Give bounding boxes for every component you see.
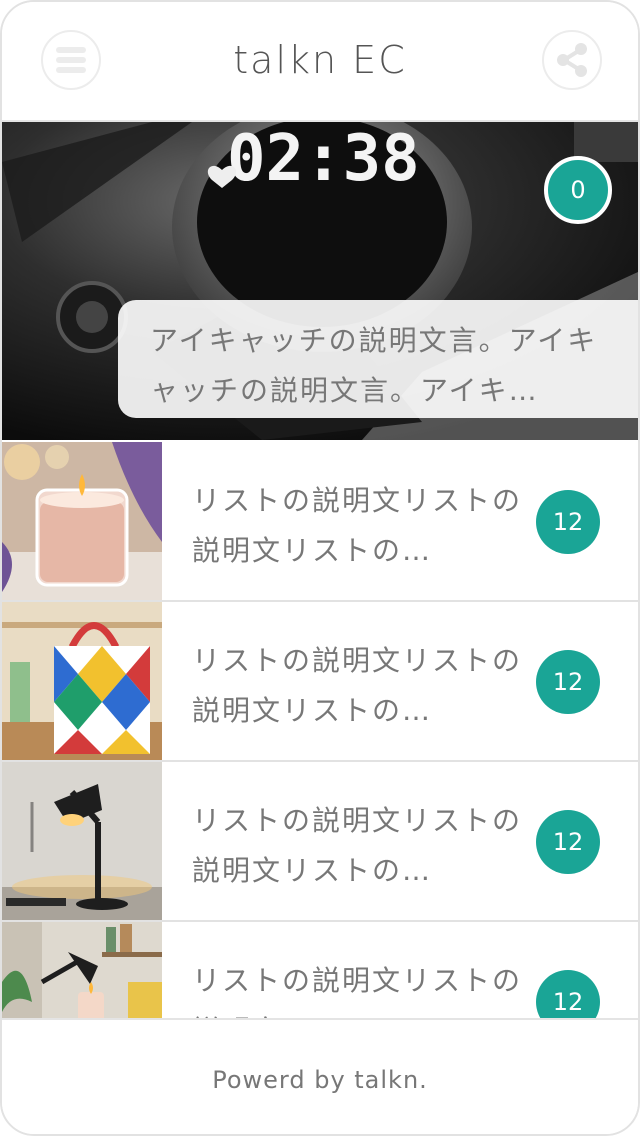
list-item-text: リストの説明文リストの説明文リストの… <box>192 804 522 887</box>
list-item-count-badge[interactable]: 12 <box>536 650 600 714</box>
article-list: リストの説明文リストの説明文リストの… 12 リストの説明文リストの説明文リスト… <box>2 442 638 1018</box>
hero-count-badge[interactable]: 0 <box>544 156 612 224</box>
list-item[interactable]: リストの説明文リストの説明文リストの… 12 <box>2 922 638 1018</box>
hero-description: アイキャッチの説明文言。アイキャッチの説明文言。アイキ… <box>118 300 638 418</box>
list-item-thumbnail <box>2 442 162 600</box>
list-item[interactable]: リストの説明文リストの説明文リストの… 12 <box>2 602 638 762</box>
list-item-count-badge[interactable]: 12 <box>536 490 600 554</box>
tote-bag-photo <box>2 602 162 760</box>
list-item-thumbnail <box>2 922 162 1018</box>
app-frame: talkn EC 02:38 0 アイキャッチの説明文言。アイキャッチの説明文言… <box>0 0 640 1136</box>
candle-photo <box>2 442 162 600</box>
list-item-thumbnail <box>2 762 162 920</box>
list-item-text: リストの説明文リストの説明文リストの… <box>192 644 522 727</box>
watch-face-time: 02:38 <box>227 122 420 196</box>
share-icon <box>557 43 587 77</box>
list-item-count-badge[interactable]: 12 <box>536 810 600 874</box>
list-item[interactable]: リストの説明文リストの説明文リストの… 12 <box>2 762 638 922</box>
hero-banner[interactable]: 02:38 0 アイキャッチの説明文言。アイキャッチの説明文言。アイキ… <box>2 122 638 440</box>
list-item[interactable]: リストの説明文リストの説明文リストの… 12 <box>2 442 638 602</box>
list-item-text: リストの説明文リストの説明文リストの… <box>192 484 522 567</box>
interior-lamp-photo <box>2 922 162 1018</box>
app-footer: Powerd by talkn. <box>2 1018 638 1134</box>
list-item-count-badge[interactable]: 12 <box>536 970 600 1018</box>
app-header: talkn EC <box>2 2 638 122</box>
list-item-thumbnail <box>2 602 162 760</box>
share-button[interactable] <box>542 30 602 90</box>
list-item-text: リストの説明文リストの説明文リストの… <box>192 964 522 1018</box>
desk-lamp-photo <box>2 762 162 920</box>
powered-by-text[interactable]: Powerd by talkn. <box>2 1066 638 1094</box>
